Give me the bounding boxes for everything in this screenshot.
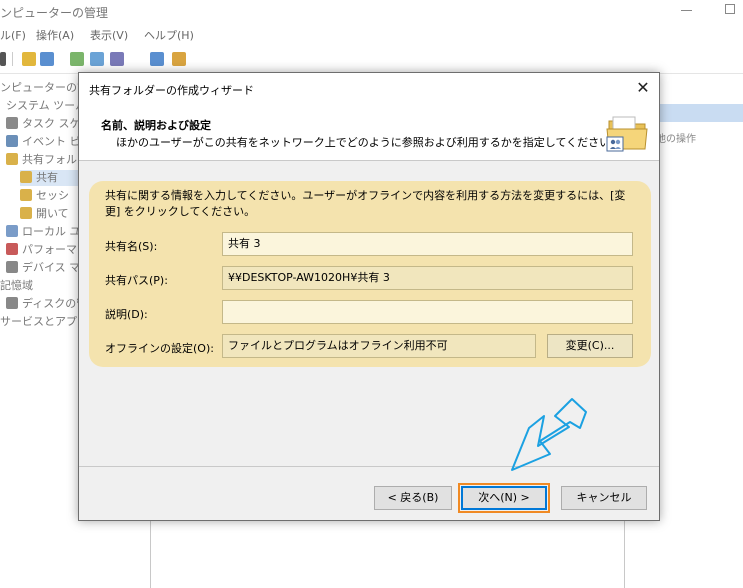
forward-icon[interactable] <box>0 52 6 66</box>
folder-icon <box>20 207 32 219</box>
tree-item[interactable]: 記憶域 <box>0 278 33 294</box>
menu-action[interactable]: 操作(A) <box>36 27 74 43</box>
disk-icon <box>6 297 18 309</box>
folder-icon <box>20 171 32 183</box>
offline-settings-field: ファイルとプログラムはオフライン利用不可 <box>222 334 536 358</box>
tree-item[interactable]: デバイス マ <box>6 260 80 276</box>
tree-item[interactable]: セッシ <box>20 188 69 204</box>
help-icon[interactable] <box>110 52 124 66</box>
next-button-highlight <box>458 483 550 513</box>
close-icon[interactable]: ✕ <box>630 77 656 101</box>
toolbar-separator <box>12 52 13 66</box>
change-button[interactable]: 変更(C)... <box>547 334 633 358</box>
performance-icon <box>6 243 18 255</box>
background-toolbar <box>0 44 743 74</box>
export-icon[interactable] <box>90 52 104 66</box>
background-window-title: ンピューターの管理 <box>0 6 109 20</box>
panel-description: 共有に関する情報を入力してください。ユーザーがオフラインで内容を利用する方法を変… <box>105 189 626 218</box>
shared-folder-icon <box>6 153 18 165</box>
dialog-title-bar: 共有フォルダーの作成ウィザード ✕ <box>79 73 659 104</box>
tree-item[interactable]: サービスとアプリ <box>0 314 88 330</box>
folder-icon[interactable] <box>22 52 36 66</box>
tree-item[interactable]: ディスクの管 <box>6 296 87 312</box>
refresh-icon[interactable] <box>70 52 84 66</box>
description-input[interactable] <box>222 300 633 324</box>
users-icon <box>6 225 18 237</box>
background-title-bar: ンピューターの管理 <box>0 0 743 24</box>
arrow-annotation-icon <box>511 398 587 471</box>
share-settings-panel: 共有に関する情報を入力してください。ユーザーがオフラインで内容を利用する方法を変… <box>89 181 651 367</box>
tree-item[interactable]: ローカル ユ <box>6 224 81 240</box>
tree-item[interactable]: タスク スケ <box>6 116 81 132</box>
shared-folder-icon <box>606 116 648 152</box>
share-path-field: ¥¥DESKTOP-AW1020H¥共有 3 <box>222 266 633 290</box>
back-button[interactable]: < 戻る(B) <box>374 486 452 510</box>
maximize-icon[interactable] <box>725 4 735 14</box>
event-viewer-icon <box>6 135 18 147</box>
minimize-icon[interactable] <box>681 10 692 11</box>
share-name-label: 共有名(S): <box>105 240 158 253</box>
description-label: 説明(D): <box>105 308 148 321</box>
folder-icon <box>20 189 32 201</box>
cancel-button[interactable]: キャンセル <box>561 486 647 510</box>
tree-item[interactable]: 開いて <box>20 206 69 222</box>
menu-help[interactable]: ヘルプ(H) <box>144 27 194 43</box>
properties-icon[interactable] <box>150 52 164 66</box>
tree-item[interactable]: 共有フォル <box>6 152 77 168</box>
clock-icon <box>6 117 18 129</box>
more-actions-link[interactable]: 他の操作 <box>656 130 696 145</box>
menu-view[interactable]: 表示(V) <box>90 27 128 43</box>
device-manager-icon <box>6 261 18 273</box>
tree-item[interactable]: パフォーマン <box>6 242 88 258</box>
background-menu-bar: ル(F) 操作(A) 表示(V) ヘルプ(H) <box>0 24 743 44</box>
wizard-step-subtitle: ほかのユーザーがこの共有をネットワーク上でどのように参照および利用するかを指定し… <box>116 136 622 149</box>
tree-item-shares[interactable]: 共有 <box>20 170 78 186</box>
wizard-step-title: 名前、説明および設定 <box>101 119 211 132</box>
tree-item[interactable]: イベント ビ <box>6 134 81 150</box>
list-view-icon[interactable] <box>40 52 54 66</box>
dialog-title: 共有フォルダーの作成ウィザード <box>89 84 254 97</box>
menu-file[interactable]: ル(F) <box>0 27 26 43</box>
tree-item[interactable]: システム ツール <box>6 98 86 114</box>
share-path-label: 共有パス(P): <box>105 274 168 287</box>
wizard-header: 名前、説明および設定 ほかのユーザーがこの共有をネットワーク上でどのように参照お… <box>79 104 659 161</box>
new-share-icon[interactable] <box>172 52 186 66</box>
offline-settings-label: オフラインの設定(O): <box>105 342 214 355</box>
share-name-input[interactable]: 共有 3 <box>222 232 633 256</box>
